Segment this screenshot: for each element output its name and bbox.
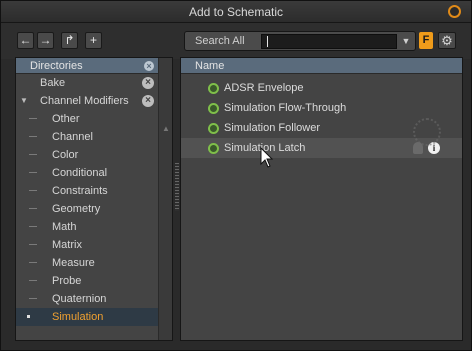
scroll-arrow-icon: ▲ bbox=[162, 124, 170, 133]
directories-scrollbar[interactable]: ▲ bbox=[158, 58, 172, 340]
tree-connector bbox=[29, 154, 37, 155]
results-panel: Name ADSR Envelope Simulation Flow-Throu… bbox=[180, 57, 463, 341]
window-title: Add to Schematic bbox=[188, 5, 284, 19]
directory-item-bake[interactable]: Bake × bbox=[16, 74, 158, 92]
directory-item-conditional[interactable]: Conditional bbox=[16, 164, 158, 182]
tree-connector bbox=[27, 315, 30, 318]
tree-connector bbox=[29, 172, 37, 173]
results-list: ADSR Envelope Simulation Flow-Through Si… bbox=[181, 78, 462, 158]
list-item-label: ADSR Envelope bbox=[224, 82, 304, 94]
directory-item-label: Color bbox=[52, 149, 79, 161]
forward-button[interactable]: → bbox=[37, 32, 54, 49]
directory-item-label: Geometry bbox=[52, 203, 101, 215]
directories-panel: Directories × Bake × ▼ Channel Modifiers… bbox=[15, 57, 173, 341]
list-item-label: Simulation Follower bbox=[224, 122, 320, 134]
directory-item-channel-modifiers[interactable]: ▼ Channel Modifiers × bbox=[16, 92, 158, 110]
tree-connector bbox=[29, 208, 37, 209]
gear-icon: ⚙ bbox=[441, 33, 453, 48]
directory-item-label: Simulation bbox=[52, 311, 104, 323]
list-item-label: Simulation Flow-Through bbox=[224, 102, 347, 114]
add-to-schematic-window: Add to Schematic ← → ↱ + Search All ▼ F … bbox=[0, 0, 472, 351]
tree-connector bbox=[29, 280, 37, 281]
tree-connector bbox=[29, 226, 37, 227]
up-level-icon: ↱ bbox=[64, 33, 75, 47]
text-caret bbox=[267, 36, 268, 47]
directory-item-channel[interactable]: Channel bbox=[16, 128, 158, 146]
list-item-simulation-flow-through[interactable]: Simulation Flow-Through bbox=[181, 98, 462, 118]
tree-connector bbox=[29, 298, 37, 299]
filter-button[interactable]: F bbox=[419, 32, 433, 49]
directory-item-other[interactable]: Other bbox=[16, 110, 158, 128]
toolbar: ← → ↱ + Search All ▼ F ⚙ bbox=[1, 23, 471, 59]
search-dropdown-button[interactable]: ▼ bbox=[399, 34, 413, 49]
directory-item-matrix[interactable]: Matrix bbox=[16, 236, 158, 254]
remove-icon[interactable]: × bbox=[142, 95, 154, 107]
list-item-adsr-envelope[interactable]: ADSR Envelope bbox=[181, 78, 462, 98]
window-control-icon[interactable] bbox=[448, 5, 461, 18]
tree-connector bbox=[29, 190, 37, 191]
add-button[interactable]: + bbox=[85, 32, 102, 49]
directory-item-label: Matrix bbox=[52, 239, 82, 251]
search-input[interactable] bbox=[261, 34, 397, 49]
directory-item-label: Channel bbox=[52, 131, 93, 143]
directory-item-label: Constraints bbox=[52, 185, 108, 197]
arrow-right-icon: → bbox=[39, 33, 52, 47]
clear-icon[interactable]: × bbox=[144, 61, 154, 71]
directory-item-math[interactable]: Math bbox=[16, 218, 158, 236]
settings-button[interactable]: ⚙ bbox=[438, 32, 456, 49]
arrow-left-icon: ← bbox=[19, 33, 32, 47]
loading-spinner-icon bbox=[413, 118, 441, 146]
node-icon bbox=[208, 143, 219, 154]
chevron-down-icon: ▼ bbox=[401, 36, 411, 46]
mouse-cursor-icon bbox=[260, 147, 274, 168]
directory-item-probe[interactable]: Probe bbox=[16, 272, 158, 290]
directory-item-quaternion[interactable]: Quaternion bbox=[16, 290, 158, 308]
remove-icon[interactable]: × bbox=[142, 77, 154, 89]
search-scope-label[interactable]: Search All bbox=[195, 35, 245, 47]
tree-connector bbox=[29, 262, 37, 263]
directories-header-label: Directories bbox=[30, 60, 83, 72]
node-icon bbox=[208, 123, 219, 134]
back-button[interactable]: ← bbox=[17, 32, 34, 49]
directory-item-geometry[interactable]: Geometry bbox=[16, 200, 158, 218]
directory-item-label: Measure bbox=[52, 257, 95, 269]
directories-header: Directories × bbox=[16, 58, 158, 74]
directory-item-label: Math bbox=[52, 221, 77, 233]
node-icon bbox=[208, 103, 219, 114]
plus-icon: + bbox=[89, 33, 97, 47]
directory-item-label: Conditional bbox=[52, 167, 108, 179]
tree-connector bbox=[29, 136, 37, 137]
directory-item-label: Probe bbox=[52, 275, 82, 287]
directory-item-constraints[interactable]: Constraints bbox=[16, 182, 158, 200]
directory-item-color[interactable]: Color bbox=[16, 146, 158, 164]
directory-item-label: Bake bbox=[40, 77, 66, 89]
directory-item-simulation[interactable]: Simulation bbox=[16, 308, 158, 326]
name-column-header: Name bbox=[195, 60, 225, 72]
directory-item-measure[interactable]: Measure bbox=[16, 254, 158, 272]
directory-item-label: Other bbox=[52, 113, 80, 125]
directory-tree: Bake × ▼ Channel Modifiers × Other Chann… bbox=[16, 74, 158, 326]
results-header[interactable]: Name bbox=[181, 58, 462, 74]
search-bar: Search All ▼ bbox=[184, 31, 416, 51]
tree-connector bbox=[29, 244, 37, 245]
title-bar: Add to Schematic bbox=[1, 1, 471, 23]
directory-item-label: Channel Modifiers bbox=[40, 95, 129, 107]
directory-item-label: Quaternion bbox=[52, 293, 107, 305]
expand-triangle-icon[interactable]: ▼ bbox=[20, 92, 28, 110]
node-icon bbox=[208, 83, 219, 94]
panel-splitter-handle[interactable] bbox=[175, 163, 179, 211]
up-level-button[interactable]: ↱ bbox=[61, 32, 78, 49]
tree-connector bbox=[29, 118, 37, 119]
